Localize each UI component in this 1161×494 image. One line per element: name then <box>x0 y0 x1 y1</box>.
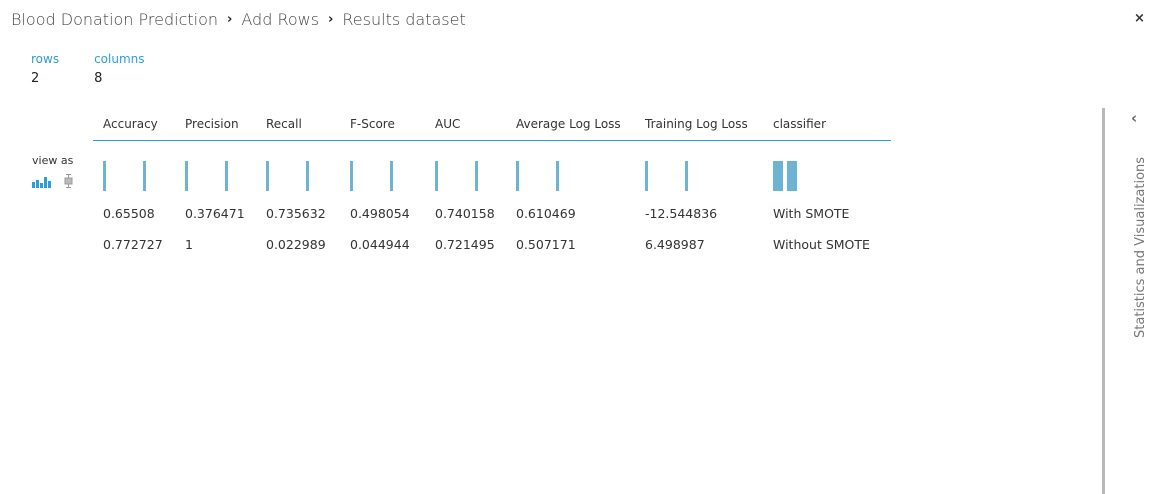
close-icon[interactable]: × <box>1134 11 1145 26</box>
column-histogram-classifier[interactable] <box>763 141 891 191</box>
histogram-bar <box>475 161 478 191</box>
table-row: 0.772727 1 0.022989 0.044944 0.721495 0.… <box>93 229 891 260</box>
table-cell[interactable]: Without SMOTE <box>763 229 891 260</box>
columns-stat: columns 8 <box>94 52 144 86</box>
histogram-bar <box>516 161 519 191</box>
column-histogram-precision[interactable] <box>175 141 256 191</box>
view-as-label: view as <box>32 154 74 167</box>
columns-value: 8 <box>94 71 103 86</box>
table-row: 0.65508 0.376471 0.735632 0.498054 0.740… <box>93 198 891 229</box>
column-header-auc[interactable]: AUC <box>425 113 506 140</box>
breadcrumb-experiment[interactable]: Blood Donation Prediction <box>11 10 218 29</box>
histogram-bar <box>143 161 146 191</box>
column-header-accuracy[interactable]: Accuracy <box>93 113 175 140</box>
statistics-side-panel: ‹ Statistics and Visualizations <box>1100 108 1161 494</box>
table-cell[interactable]: 0.721495 <box>425 229 506 260</box>
histogram-bar <box>556 161 559 191</box>
table-cell[interactable]: 0.65508 <box>93 198 175 229</box>
histogram-bar <box>645 161 648 191</box>
rows-label: rows <box>31 52 60 66</box>
view-as-control: view as <box>32 154 73 192</box>
dataset-summary: rows 2 columns 8 <box>31 52 180 86</box>
column-header-recall[interactable]: Recall <box>256 113 340 140</box>
histogram-bar <box>390 161 393 191</box>
table-header: Accuracy Precision Recall F-Score AUC Av… <box>93 113 891 141</box>
table-cell[interactable]: 0.735632 <box>256 198 340 229</box>
results-table: Accuracy Precision Recall F-Score AUC Av… <box>93 113 891 260</box>
column-header-classifier[interactable]: classifier <box>763 113 891 140</box>
breadcrumb: Blood Donation Prediction › Add Rows › R… <box>11 10 466 29</box>
breadcrumb-module[interactable]: Add Rows <box>241 10 319 29</box>
column-histogram-f-score[interactable] <box>340 141 425 191</box>
table-cell[interactable]: 0.044944 <box>340 229 425 260</box>
column-header-precision[interactable]: Precision <box>175 113 256 140</box>
column-header-average-log-loss[interactable]: Average Log Loss <box>506 113 635 140</box>
boxplot-icon[interactable] <box>64 173 73 192</box>
column-histogram-recall[interactable] <box>256 141 340 191</box>
table-cell[interactable]: 0.376471 <box>175 198 256 229</box>
histogram-bar <box>185 161 188 191</box>
table-cell[interactable]: 0.498054 <box>340 198 425 229</box>
histogram-bar <box>773 161 783 191</box>
table-cell[interactable]: 1 <box>175 229 256 260</box>
histogram-bar <box>435 161 438 191</box>
breadcrumb-separator: › <box>328 12 334 27</box>
table-cell[interactable]: 0.507171 <box>506 229 635 260</box>
column-header-f-score[interactable]: F-Score <box>340 113 425 140</box>
column-histogram-training-log-loss[interactable] <box>635 141 763 191</box>
column-header-training-log-loss[interactable]: Training Log Loss <box>635 113 763 140</box>
table-cell[interactable]: 0.610469 <box>506 198 635 229</box>
chevron-left-icon[interactable]: ‹ <box>1131 109 1137 127</box>
table-cell[interactable]: -12.544836 <box>635 198 763 229</box>
column-histogram-accuracy[interactable] <box>93 141 175 191</box>
table-cell[interactable]: With SMOTE <box>763 198 891 229</box>
column-histogram-auc[interactable] <box>425 141 506 191</box>
histogram-bar <box>787 161 797 191</box>
rows-stat: rows 2 <box>31 52 59 86</box>
column-histogram-average-log-loss[interactable] <box>506 141 635 191</box>
panel-divider[interactable] <box>1102 108 1105 494</box>
breadcrumb-separator: › <box>227 12 233 27</box>
histogram-bar <box>225 161 228 191</box>
table-cell[interactable]: 0.022989 <box>256 229 340 260</box>
statistics-panel-title[interactable]: Statistics and Visualizations <box>1133 152 1148 338</box>
table-cell[interactable]: 0.772727 <box>93 229 175 260</box>
histogram-row <box>93 141 891 191</box>
table-cell[interactable]: 6.498987 <box>635 229 763 260</box>
histogram-bar <box>685 161 688 191</box>
histogram-bar <box>266 161 269 191</box>
histogram-bar <box>350 161 353 191</box>
histogram-icon[interactable] <box>32 173 52 192</box>
breadcrumb-current: Results dataset <box>342 10 466 29</box>
columns-label: columns <box>94 52 145 66</box>
histogram-bar <box>306 161 309 191</box>
rows-value: 2 <box>31 71 40 86</box>
table-cell[interactable]: 0.740158 <box>425 198 506 229</box>
histogram-bar <box>103 161 106 191</box>
